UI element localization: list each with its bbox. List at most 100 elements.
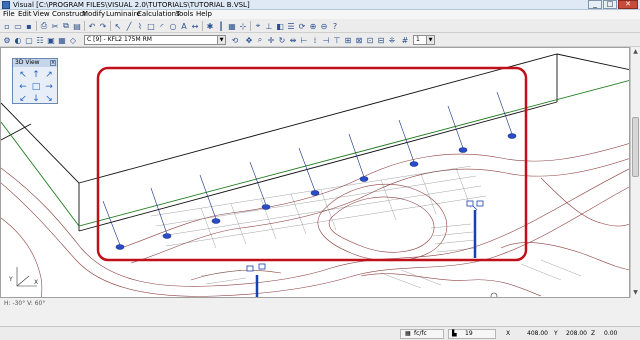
rotate-down-icon[interactable]: ↓	[30, 94, 42, 105]
close-button[interactable]: ✕	[618, 0, 638, 9]
snap-icon[interactable]: ⌖	[253, 21, 263, 31]
rotate-right-icon[interactable]: →	[43, 82, 55, 93]
dimension-icon[interactable]: ↔	[190, 21, 200, 31]
rotate-icon[interactable]: ⟲	[230, 35, 240, 45]
copy-icon[interactable]: ⧉	[61, 21, 71, 31]
trim-icon[interactable]: ⊣	[321, 35, 331, 45]
cut-icon[interactable]: ✂	[50, 21, 60, 31]
menu-help[interactable]: Help	[196, 10, 212, 19]
rotate-down-left-icon[interactable]: ↙	[17, 94, 29, 105]
menu-tools[interactable]: Tools	[176, 10, 193, 19]
luminaire-icon[interactable]: ✱	[205, 21, 215, 31]
status-bar: ▦ fc/fc ▙ 19 X 408.00 Y 208.00 Z 0.00	[0, 326, 640, 340]
zoom-in-icon[interactable]: ⊕	[308, 21, 318, 31]
measure-icon[interactable]: ⊟	[376, 35, 386, 45]
close-icon[interactable]: ×	[50, 60, 56, 66]
save-icon[interactable]: ▪	[24, 21, 34, 31]
x-label: X	[506, 330, 511, 337]
view-angle-readout: H: -30° V: 60°	[4, 300, 46, 307]
secondary-toolbar: ⚙ ◐ ▢ ☷ ▣ ▦ ◇ C [9] - KFL2 175M RM ▼ ⟲ ✥…	[0, 33, 640, 47]
axis-indicator: Y X	[8, 267, 38, 287]
offset-icon[interactable]: ⊞	[343, 35, 353, 45]
scroll-up-icon[interactable]: ▲	[631, 47, 640, 56]
mirror-icon[interactable]: ⇹	[288, 35, 298, 45]
circle-icon[interactable]: ○	[168, 21, 178, 31]
polyline-icon[interactable]: ⌇	[135, 21, 145, 31]
zoom-out-icon[interactable]: ⊖	[319, 21, 329, 31]
pan-icon[interactable]: ✥	[244, 35, 254, 45]
arc-icon[interactable]: ◜	[157, 21, 167, 31]
menu-modify[interactable]: Modify	[82, 10, 105, 19]
settings-icon[interactable]: ⚙	[2, 35, 12, 45]
snap-grid-icon[interactable]: ⁜	[387, 35, 397, 45]
luminaire-type-value: C [9] - KFL2 175M RM	[87, 36, 152, 43]
new-file-icon[interactable]: ▫	[2, 21, 12, 31]
menu-luminaire[interactable]: Luminaire	[106, 10, 141, 19]
drawing-viewport[interactable]: Y X	[0, 47, 630, 298]
menu-calculations[interactable]: Calculations	[137, 10, 180, 19]
print-icon[interactable]: ⎙	[39, 21, 49, 31]
count-icon: ▙	[452, 330, 457, 337]
reset-view-icon[interactable]: □	[30, 82, 42, 93]
x-value: 408.00	[527, 330, 548, 337]
open-folder-icon[interactable]: ▭	[13, 21, 23, 31]
calc-point-icon[interactable]: ⊹	[238, 21, 248, 31]
view-direction-grid: ↖ ↑ ↗ ← □ → ↙ ↓ ↘	[13, 67, 57, 108]
rotate-up-right-icon[interactable]: ↗	[43, 70, 55, 81]
shape-icon[interactable]: ◇	[68, 35, 78, 45]
axis-y-label: Y	[8, 276, 13, 283]
grid-icon[interactable]: ▦	[57, 35, 67, 45]
main-toolbar: ▫ ▭ ▪ ⎙ ✂ ⧉ ▤ ↶ ↷ ↖ ╱ ⌇ □ ◜ ○ A ↔ ✱ ┃ ▦ …	[0, 19, 640, 33]
align-icon[interactable]: ⊢	[299, 35, 309, 45]
text-icon[interactable]: A	[179, 21, 189, 31]
menu-edit[interactable]: Edit	[18, 10, 32, 19]
frame-icon[interactable]: ▢	[24, 35, 34, 45]
menu-view[interactable]: View	[33, 10, 50, 19]
zoom-window-icon[interactable]: ⌕	[255, 35, 265, 45]
help-icon[interactable]: ?	[330, 21, 340, 31]
vertical-scrollbar[interactable]: ▲ ▼	[630, 47, 640, 298]
extend-icon[interactable]: ⊤	[332, 35, 342, 45]
rotate-up-icon[interactable]: ↑	[30, 70, 42, 81]
zoom-select[interactable]: 1 ▼	[413, 35, 435, 45]
undo-icon[interactable]: ↶	[87, 21, 97, 31]
chevron-down-icon[interactable]: ▼	[426, 36, 434, 44]
ortho-icon[interactable]: ⊥	[264, 21, 274, 31]
rotate-down-right-icon[interactable]: ↘	[43, 94, 55, 105]
compass-icon	[490, 292, 498, 297]
paste-icon[interactable]: ▤	[72, 21, 82, 31]
chevron-down-icon[interactable]: ▼	[217, 36, 225, 44]
redo-icon[interactable]: ↷	[98, 21, 108, 31]
stack-icon[interactable]: ☷	[35, 35, 45, 45]
menu-file[interactable]: File	[3, 10, 15, 19]
cad-drawing[interactable]: Y X	[1, 48, 630, 298]
refresh-icon[interactable]: ⟳	[297, 21, 307, 31]
scroll-down-icon[interactable]: ▼	[631, 288, 640, 297]
menu-construct[interactable]: Construct	[52, 10, 86, 19]
luminaire-type-select[interactable]: C [9] - KFL2 175M RM ▼	[84, 35, 226, 45]
maximize-button[interactable]: □	[603, 0, 617, 9]
calc-grid-icon[interactable]: ▦	[227, 21, 237, 31]
rotate-cw-icon[interactable]: ↻	[277, 35, 287, 45]
array-icon[interactable]: ⁞	[310, 35, 320, 45]
layer-icon[interactable]: ◧	[275, 21, 285, 31]
scroll-thumb[interactable]	[632, 117, 639, 177]
rotate-left-icon[interactable]: ←	[17, 82, 29, 93]
minimize-button[interactable]: _	[588, 0, 602, 9]
toolbar-separator	[36, 21, 37, 31]
move-icon[interactable]: ✛	[266, 35, 276, 45]
render-icon[interactable]: ◐	[13, 35, 23, 45]
file-path: [C:\PROGRAM FILES\VISUAL 2.0\TUTORIALS\T…	[36, 1, 250, 9]
pole-icon[interactable]: ┃	[216, 21, 226, 31]
line-icon[interactable]: ╱	[124, 21, 134, 31]
rotate-up-left-icon[interactable]: ↖	[17, 70, 29, 81]
select-icon[interactable]: ↖	[113, 21, 123, 31]
properties-icon[interactable]: ☰	[286, 21, 296, 31]
ungroup-icon[interactable]: ⊡	[365, 35, 375, 45]
group-icon[interactable]: ⊠	[354, 35, 364, 45]
3d-view-panel: 3D View × ↖ ↑ ↗ ← □ → ↙ ↓ ↘	[12, 58, 58, 104]
rectangle-icon[interactable]: □	[146, 21, 156, 31]
count-value: 19	[465, 330, 473, 337]
grid-display-icon[interactable]: #	[400, 35, 410, 45]
box-icon[interactable]: ▣	[46, 35, 56, 45]
